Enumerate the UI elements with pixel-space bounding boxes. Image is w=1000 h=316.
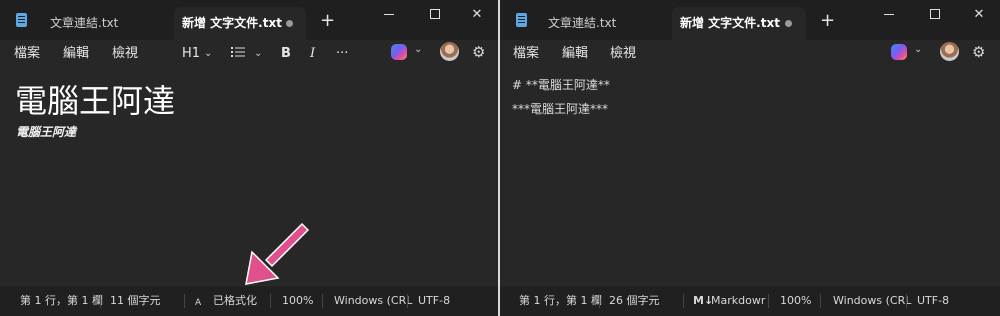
close-button[interactable]: ✕: [956, 0, 1000, 30]
notepad-icon: [16, 13, 27, 27]
format-icon: A: [195, 298, 202, 308]
tab-article-links[interactable]: 文章連結.txt: [50, 7, 118, 40]
divider: [184, 294, 185, 308]
encoding[interactable]: UTF-8: [418, 293, 450, 309]
line-ending[interactable]: Windows (CRL: [833, 293, 911, 309]
tab-label: 新增 文字文件.txt: [680, 16, 780, 30]
divider: [100, 294, 101, 308]
maximize-button[interactable]: [412, 0, 458, 30]
status-bar: 第 1 行，第 1 欄 11 個字元 A 已格式化 100% Windows (…: [0, 285, 498, 316]
zoom-level[interactable]: 100%: [780, 293, 811, 309]
heading-dropdown[interactable]: H1: [182, 44, 200, 64]
list-icon: [231, 47, 245, 57]
maximize-button[interactable]: [912, 0, 958, 30]
pink-arrow-icon: [245, 222, 310, 285]
markdown-line-heading: # **電腦王阿達**: [512, 78, 610, 92]
notepad-icon: [516, 13, 527, 27]
copilot-icon[interactable]: [891, 44, 907, 60]
cursor-position: 第 1 行，第 1 欄: [519, 294, 602, 307]
unsaved-dot-icon: [286, 20, 293, 27]
bold-italic-text: 電腦王阿達: [16, 125, 77, 139]
list-dropdown[interactable]: [231, 44, 245, 64]
divider: [683, 294, 684, 308]
tab-label: 文章連結.txt: [50, 16, 119, 30]
tab-new-text-document[interactable]: 新增 文字文件.txt: [174, 7, 306, 40]
char-count: 11 個字元: [110, 294, 161, 307]
zoom-level[interactable]: 100%: [282, 293, 313, 309]
menu-edit[interactable]: 編輯: [63, 44, 89, 64]
italic-button[interactable]: I: [310, 44, 315, 64]
minimize-button[interactable]: [866, 0, 912, 30]
menu-bar: 檔案 編輯 檢視: [500, 40, 1000, 68]
format-mode-toggle[interactable]: 已格式化: [213, 293, 257, 309]
tab-article-links[interactable]: 文章連結.txt: [548, 7, 616, 40]
more-button[interactable]: ···: [336, 44, 348, 64]
divider: [820, 294, 821, 308]
menu-view[interactable]: 檢視: [112, 44, 138, 64]
heading-text: 電腦王阿達: [15, 82, 176, 120]
gear-icon[interactable]: ⚙: [972, 42, 985, 62]
notepad-window-formatted: 文章連結.txt 新增 文字文件.txt + ✕ 檔案 編輯 檢視 H1 ⌄ ⌄…: [0, 0, 498, 316]
menu-file[interactable]: 檔案: [14, 44, 40, 64]
bold-button[interactable]: B: [281, 44, 291, 64]
unsaved-dot-icon: [785, 20, 792, 27]
chevron-down-icon: ⌄: [254, 48, 263, 59]
divider: [906, 294, 907, 308]
notepad-window-markdown: 文章連結.txt 新增 文字文件.txt + ✕ 檔案 編輯 檢視 ⌄ ⚙ 第 …: [500, 0, 1000, 316]
title-bar: 文章連結.txt 新增 文字文件.txt + ✕: [0, 0, 498, 40]
menu-view[interactable]: 檢視: [610, 44, 636, 64]
title-bar: 文章連結.txt 新增 文字文件.txt + ✕: [500, 0, 1000, 40]
status-bar: 第 1 行，第 1 欄 26 個字元 M↓ Markdowr 100% Wind…: [500, 285, 1000, 316]
copilot-icon[interactable]: [391, 44, 407, 60]
encoding[interactable]: UTF-8: [917, 293, 949, 309]
menu-edit[interactable]: 編輯: [562, 44, 588, 64]
menu-bar: 檔案 編輯 檢視 H1 ⌄ ⌄ B I ···: [0, 40, 498, 68]
format-mode-toggle[interactable]: Markdowr: [711, 293, 765, 309]
markdown-line-bold-italic: ***電腦王阿達***: [512, 102, 609, 116]
new-tab-button[interactable]: +: [320, 9, 335, 33]
tab-label: 文章連結.txt: [548, 16, 617, 30]
tab-new-text-document[interactable]: 新增 文字文件.txt: [672, 7, 806, 40]
divider: [768, 294, 769, 308]
divider: [270, 294, 271, 308]
divider: [322, 294, 323, 308]
chevron-down-icon: ⌄: [204, 48, 213, 59]
new-tab-button[interactable]: +: [820, 9, 835, 33]
line-ending[interactable]: Windows (CRL: [334, 293, 412, 309]
minimize-button[interactable]: [366, 0, 412, 30]
menu-file[interactable]: 檔案: [513, 44, 539, 64]
divider: [599, 294, 600, 308]
avatar[interactable]: [940, 42, 959, 61]
char-count: 26 個字元: [609, 294, 660, 307]
divider: [407, 294, 408, 308]
close-button[interactable]: ✕: [454, 0, 498, 30]
tab-label: 新增 文字文件.txt: [182, 16, 282, 30]
chevron-down-icon: ⌄: [414, 44, 423, 55]
gear-icon[interactable]: ⚙: [472, 42, 485, 62]
cursor-position: 第 1 行，第 1 欄: [20, 294, 103, 307]
chevron-down-icon: ⌄: [914, 44, 923, 55]
avatar[interactable]: [440, 42, 459, 61]
